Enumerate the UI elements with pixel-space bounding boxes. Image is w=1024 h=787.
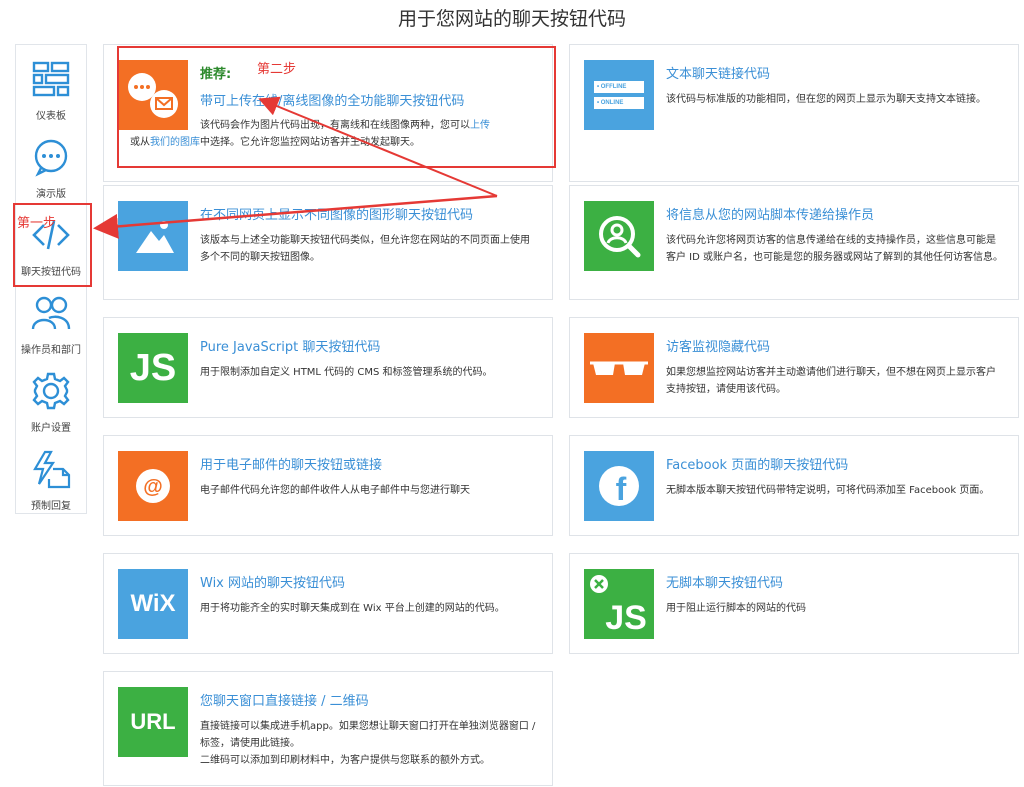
card-title[interactable]: 文本聊天链接代码 [666, 63, 1004, 82]
card-title[interactable]: 访客监视隐藏代码 [666, 336, 1004, 355]
card-title[interactable]: 带可上传在线/离线图像的全功能聊天按钮代码 [200, 90, 538, 109]
offline-badge: • OFFLINE [594, 81, 644, 93]
sidebar-item-label: 操作员和部门 [21, 345, 81, 356]
mountain-image-icon [136, 221, 174, 253]
card-description: 用于阻止运行脚本的网站的代码 [666, 603, 806, 614]
facebook-icon: f [599, 466, 639, 507]
card-thumbnail [118, 60, 188, 130]
card-direct-link-qr[interactable]: URL 您聊天窗口直接链接 / 二维码 直接链接可以集成进手机app。如果您想让… [103, 671, 553, 786]
chat-email-icon [128, 73, 178, 118]
card-description: 该代码与标准版的功能相同，但在您的网页上显示为聊天支持文本链接。 [666, 94, 986, 105]
at-sign-icon: @ [136, 469, 170, 503]
card-thumbnail: JS [584, 569, 654, 639]
card-thumbnail: @ [118, 451, 188, 521]
js-logo-icon: JS [118, 333, 188, 403]
card-title[interactable]: 无脚本聊天按钮代码 [666, 572, 1004, 591]
card-thumbnail [584, 333, 654, 403]
card-noscript[interactable]: JS 无脚本聊天按钮代码 用于阻止运行脚本的网站的代码 [569, 553, 1019, 654]
card-pure-javascript[interactable]: JS Pure JavaScript 聊天按钮代码 用于限制添加自定义 HTML… [103, 317, 553, 418]
card-email-chat-button[interactable]: @ 用于电子邮件的聊天按钮或链接 电子邮件代码允许您的邮件收件人从电子邮件中与您… [103, 435, 553, 536]
sidebar-item-dashboard[interactable]: 仪表板 [16, 51, 86, 127]
upload-link[interactable]: 上传 [470, 120, 490, 131]
noscript-js-icon: JS [590, 575, 647, 637]
step1-label: 第一步 [17, 216, 57, 231]
online-badge: • ONLINE [594, 97, 644, 109]
card-description: 直接链接可以集成进手机app。如果您想让聊天窗口打开在单独浏览器窗口 / 标签，… [200, 721, 536, 766]
card-description: 无脚本版本聊天按钮代码带特定说明，可将代码添加至 Facebook 页面。 [666, 485, 990, 496]
card-thumbnail [584, 201, 654, 271]
card-title[interactable]: 将信息从您的网站脚本传递给操作员 [666, 204, 1004, 223]
wix-logo-icon: WiX [118, 569, 188, 639]
card-title[interactable]: Wix 网站的聊天按钮代码 [200, 572, 538, 591]
sidebar-item-label: 预制回复 [31, 501, 71, 512]
card-pass-info-to-operator[interactable]: 将信息从您的网站脚本传递给操作员 该代码允许您将网页访客的信息传递给在线的支持操… [569, 185, 1019, 300]
url-logo-icon: URL [118, 687, 188, 757]
card-title[interactable]: Facebook 页面的聊天按钮代码 [666, 454, 1004, 473]
sidebar-item-label: 聊天按钮代码 [21, 267, 81, 278]
card-thumbnail: • OFFLINE • ONLINE [584, 60, 654, 130]
sidebar-item-label: 账户设置 [31, 423, 71, 434]
gear-icon [32, 372, 70, 410]
svg-text:JS: JS [605, 599, 647, 637]
card-description: 用于限制添加自定义 HTML 代码的 CMS 和标签管理系统的代码。 [200, 367, 493, 378]
gallery-link[interactable]: 我们的图库 [150, 137, 200, 148]
card-title[interactable]: 在不同网页上显示不同图像的图形聊天按钮代码 [200, 204, 538, 223]
step2-label: 第二步 [257, 62, 297, 77]
document-lightning-icon [33, 450, 71, 489]
page-title: 用于您网站的聊天按钮代码 [397, 8, 626, 30]
search-user-icon [599, 216, 641, 258]
users-icon [31, 296, 71, 330]
sidebar-item-operators[interactable]: 操作员和部门 [16, 285, 86, 361]
card-text-chat-link[interactable]: • OFFLINE • ONLINE 文本聊天链接代码 该代码与标准版的功能相同… [569, 44, 1019, 182]
card-description: 如果您想监控网站访客并主动邀请他们进行聊天，但不想在网页上显示客户支持按钮，请使… [666, 367, 996, 395]
svg-text:@: @ [143, 476, 163, 498]
card-hidden-monitor[interactable]: 访客监视隐藏代码 如果您想监控网站访客并主动邀请他们进行聊天，但不想在网页上显示… [569, 317, 1019, 418]
sidebar-item-label: 演示版 [36, 189, 66, 200]
card-thumbnail: f [584, 451, 654, 521]
sidebar-item-canned-replies[interactable]: 预制回复 [16, 441, 86, 517]
card-description: 该版本与上述全功能聊天按钮代码类似，但允许您在网站的不同页面上使用多个不同的聊天… [200, 235, 530, 263]
sidebar: 仪表板 演示版 聊天按钮代码 操作员和部门 账户设置 预制回复 [15, 44, 87, 514]
card-title[interactable]: 用于电子邮件的聊天按钮或链接 [200, 454, 538, 473]
card-description-line2: 或从我们的图库中选择。它允许您监控网站访客并主动发起聊天。 [130, 137, 420, 148]
card-title[interactable]: Pure JavaScript 聊天按钮代码 [200, 336, 538, 355]
card-title[interactable]: 您聊天窗口直接链接 / 二维码 [200, 690, 538, 709]
sidebar-item-demo[interactable]: 演示版 [16, 129, 86, 205]
glasses-icon [590, 361, 648, 375]
dashboard-icon [32, 61, 70, 97]
sidebar-item-account-settings[interactable]: 账户设置 [16, 363, 86, 439]
card-full-featured-button-code[interactable]: 推荐: 带可上传在线/离线图像的全功能聊天按钮代码 该代码会作为图片代码出现，有… [103, 44, 553, 182]
card-description: 电子邮件代码允许您的邮件收件人从电子邮件中与您进行聊天 [200, 485, 470, 496]
sidebar-item-label: 仪表板 [36, 111, 66, 122]
card-facebook-page[interactable]: f Facebook 页面的聊天按钮代码 无脚本版本聊天按钮代码带特定说明，可将… [569, 435, 1019, 536]
card-wix-site[interactable]: WiX Wix 网站的聊天按钮代码 用于将功能齐全的实时聊天集成到在 Wix 平… [103, 553, 553, 654]
svg-text:f: f [616, 471, 627, 507]
card-description: 用于将功能齐全的实时聊天集成到在 Wix 平台上创建的网站的代码。 [200, 603, 505, 614]
card-description: 该代码会作为图片代码出现，有离线和在线图像两种，您可以上传 [200, 120, 490, 131]
card-description: 该代码允许您将网页访客的信息传递给在线的支持操作员，这些信息可能是客户 ID 或… [666, 235, 1004, 263]
chat-bubble-icon [34, 139, 68, 177]
recommend-label: 推荐: [200, 67, 232, 82]
card-thumbnail [118, 201, 188, 271]
card-graphic-different-pages[interactable]: 在不同网页上显示不同图像的图形聊天按钮代码 该版本与上述全功能聊天按钮代码类似，… [103, 185, 553, 300]
